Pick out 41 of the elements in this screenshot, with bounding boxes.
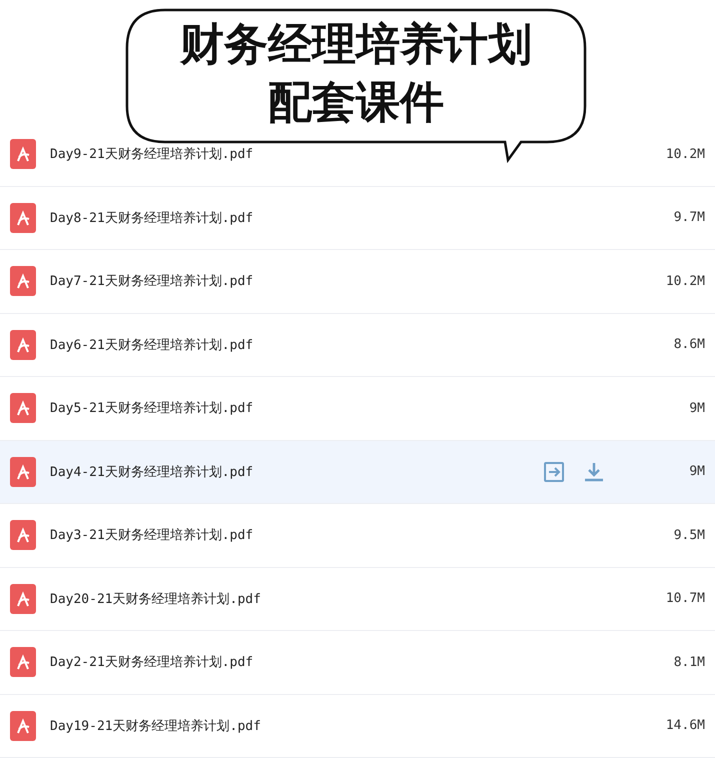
file-row[interactable]: Day8-21天财务经理培养计划.pdf 9.7M [0, 186, 715, 250]
pdf-file-icon [10, 520, 36, 550]
file-size: 9.5M [672, 528, 705, 543]
file-name: Day3-21天财务经理培养计划.pdf [50, 527, 254, 544]
file-size: 9.7M [672, 210, 705, 226]
file-size: 14.6M [664, 718, 705, 734]
file-row[interactable]: Day6-21天财务经理培养计划.pdf 8.6M [0, 314, 715, 377]
file-size: 10.7M [664, 591, 705, 606]
file-size: 10.2M [664, 146, 705, 162]
file-size: 8.6M [672, 337, 705, 352]
file-name: Day4-21天财务经理培养计划.pdf [50, 464, 254, 481]
file-row[interactable]: Day2-21天财务经理培养计划.pdf 8.1M [0, 631, 715, 694]
file-row[interactable]: Day20-21天财务经理培养计划.pdf 10.7M [0, 568, 715, 631]
pdf-file-icon [10, 710, 36, 741]
file-row[interactable]: Day19-21天财务经理培养计划.pdf 14.6M [0, 694, 715, 758]
pdf-file-icon [10, 330, 36, 360]
pdf-file-icon [10, 202, 36, 233]
file-name: Day19-21天财务经理培养计划.pdf [50, 718, 262, 735]
file-size: 9M [688, 400, 705, 416]
file-row[interactable]: Day4-21天财务经理培养计划.pdf 9M [0, 440, 715, 504]
banner-title: 财务经理培养计划 [180, 18, 532, 72]
pdf-file-icon [10, 647, 36, 678]
file-size: 10.2M [664, 274, 705, 289]
file-name: Day9-21天财务经理培养计划.pdf [50, 146, 254, 164]
file-name: Day5-21天财务经理培养计划.pdf [50, 400, 254, 418]
pdf-file-icon [10, 393, 36, 424]
file-name: Day6-21天财务经理培养计划.pdf [50, 336, 254, 354]
download-icon[interactable] [583, 460, 605, 483]
file-name: Day8-21天财务经理培养计划.pdf [50, 210, 254, 227]
pdf-file-icon [10, 266, 36, 296]
pdf-file-icon [10, 584, 36, 614]
file-size: 9M [688, 464, 705, 480]
file-name: Day20-21天财务经理培养计划.pdf [50, 590, 262, 608]
file-row[interactable]: Day7-21天财务经理培养计划.pdf 10.2M [0, 250, 715, 314]
file-size: 8.1M [672, 654, 705, 670]
pdf-file-icon [10, 139, 36, 170]
file-name: Day7-21天财务经理培养计划.pdf [50, 273, 254, 290]
file-row[interactable]: Day3-21天财务经理培养计划.pdf 9.5M [0, 504, 715, 568]
pdf-file-icon [10, 456, 36, 487]
move-icon[interactable] [543, 460, 565, 483]
file-name: Day2-21天财务经理培养计划.pdf [50, 654, 254, 672]
